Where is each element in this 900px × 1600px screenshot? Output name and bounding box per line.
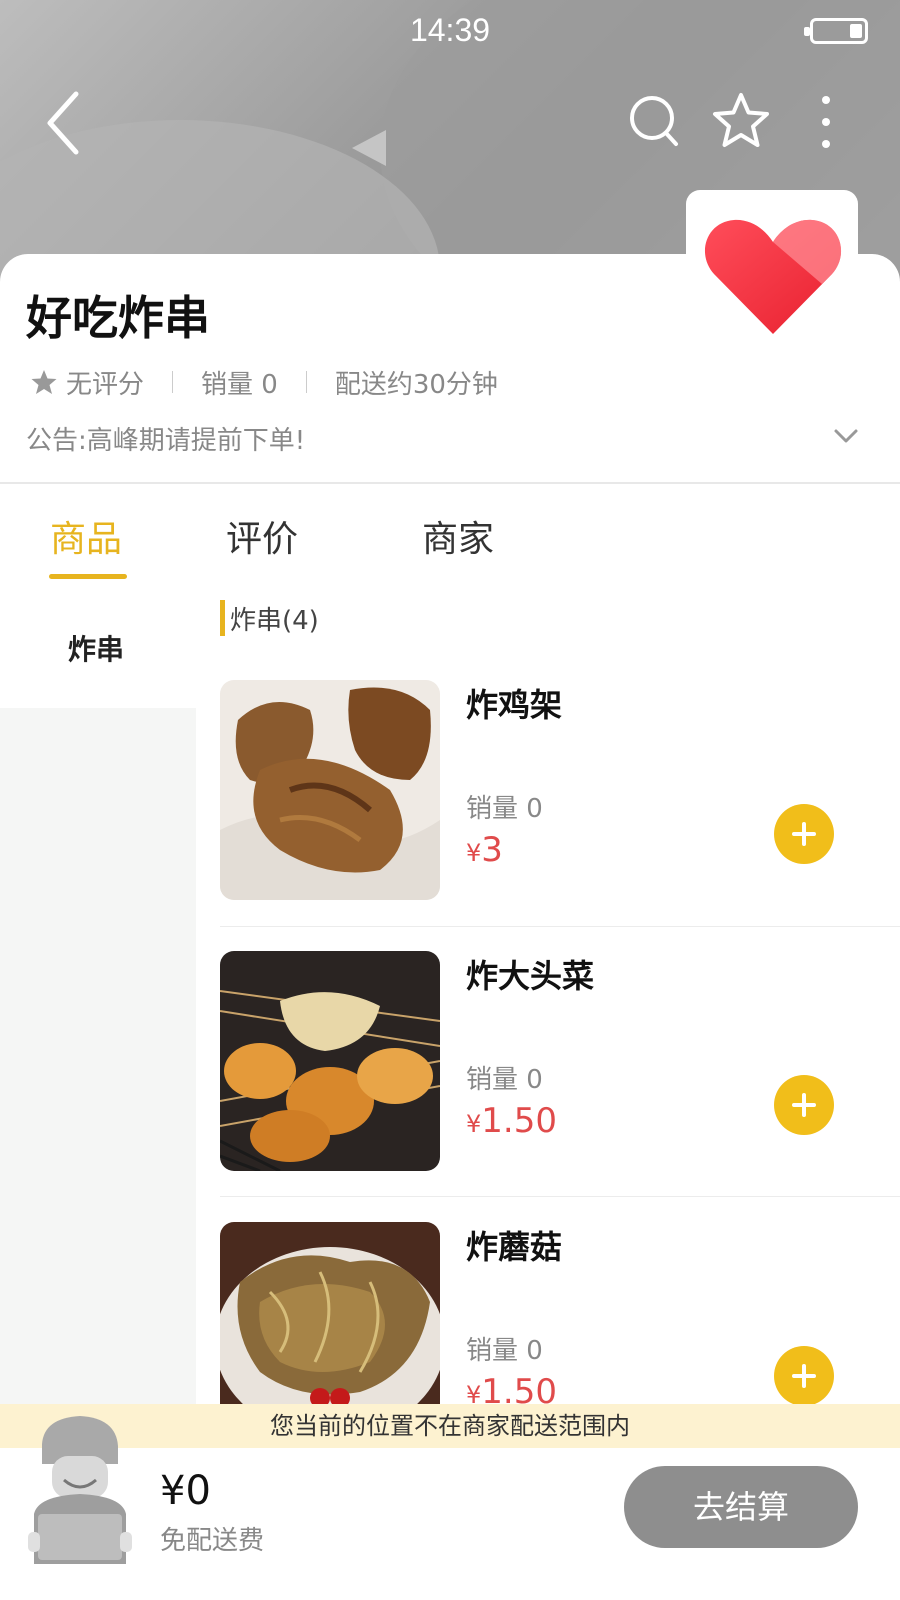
tab-active-indicator (49, 574, 127, 579)
product-sales: 销量 0 (466, 1336, 543, 1366)
product-name: 炸蘑菇 (466, 1228, 563, 1266)
cart-total: ¥0 (160, 1468, 211, 1514)
more-icon[interactable] (806, 92, 846, 152)
star-icon[interactable] (710, 90, 772, 152)
checkout-button[interactable]: 去结算 (624, 1466, 858, 1548)
price-value: 1.50 (481, 1101, 557, 1141)
status-time: 14:39 (409, 12, 491, 48)
banner-decoration (352, 130, 386, 166)
battery-icon (804, 18, 868, 44)
section-marker (220, 600, 225, 636)
shop-rating: 无评分 (66, 369, 145, 400)
back-icon[interactable] (38, 88, 98, 158)
add-to-cart-button[interactable] (774, 1346, 834, 1406)
divider (0, 482, 900, 484)
product-name: 炸鸡架 (466, 686, 563, 724)
courier-avatar-icon[interactable] (24, 1414, 140, 1564)
add-to-cart-button[interactable] (774, 804, 834, 864)
rating-star-icon (31, 370, 57, 394)
product-price: ¥3 (466, 830, 503, 870)
product-price: ¥1.50 (466, 1101, 557, 1141)
shop-name: 好吃炸串 (26, 291, 210, 345)
chevron-down-icon[interactable] (830, 424, 862, 448)
price-currency: ¥ (466, 839, 482, 867)
product-sales: 销量 0 (466, 1065, 543, 1095)
shop-sales: 销量 0 (201, 369, 278, 400)
divider (220, 1196, 900, 1197)
divider (220, 926, 900, 927)
shop-meta: 无评分 销量 0 配送约30分钟 (30, 364, 498, 400)
add-to-cart-button[interactable] (774, 1075, 834, 1135)
search-icon[interactable] (626, 92, 684, 150)
price-value: 3 (481, 830, 503, 870)
tab-reviews[interactable]: 评价 (226, 510, 298, 562)
product-image (220, 680, 440, 900)
heart-logo-icon (704, 219, 842, 334)
price-currency: ¥ (466, 1110, 482, 1138)
tab-products[interactable]: 商品 (50, 510, 122, 562)
section-title: 炸串(4) (230, 606, 319, 636)
meta-divider (305, 371, 307, 393)
product-sales: 销量 0 (466, 794, 543, 824)
tab-merchant[interactable]: 商家 (422, 510, 494, 562)
sidebar-item-label: 炸串 (68, 633, 125, 666)
product-item[interactable]: 炸鸡架 销量 0 ¥3 (220, 680, 900, 950)
product-item[interactable]: 炸大头菜 销量 0 ¥1.50 (220, 951, 900, 1221)
meta-divider (172, 371, 174, 393)
product-name: 炸大头菜 (466, 957, 595, 995)
shop-delivery-time: 配送约30分钟 (334, 369, 498, 400)
delivery-fee: 免配送费 (160, 1526, 265, 1556)
shop-notice: 公告:高峰期请提前下单! (26, 426, 306, 456)
product-image (220, 951, 440, 1171)
